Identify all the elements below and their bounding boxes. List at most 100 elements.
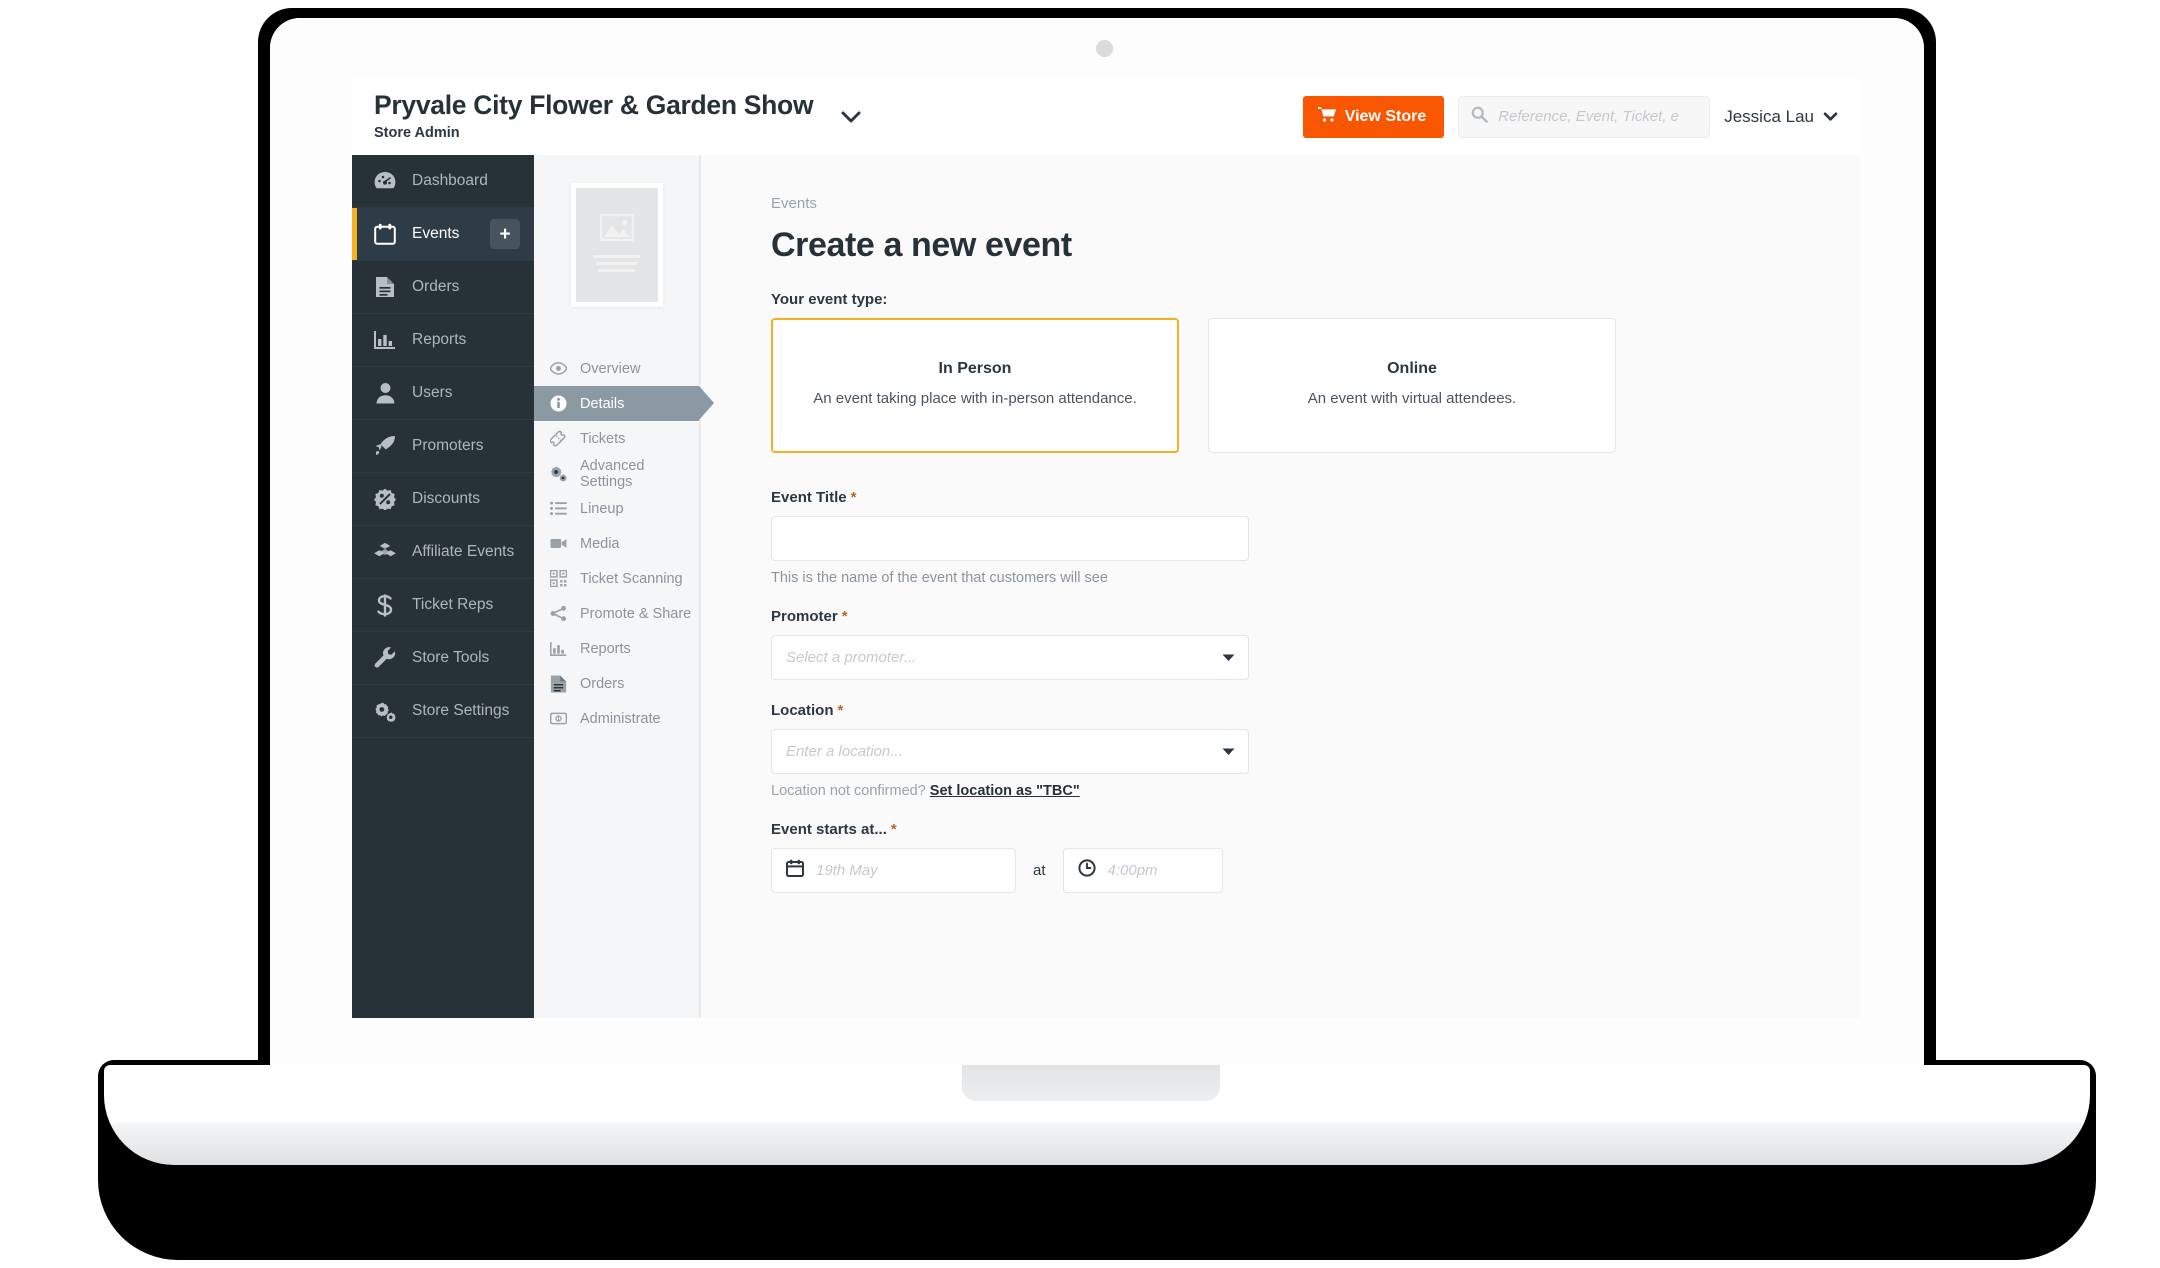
subnav-item-lineup[interactable]: Lineup xyxy=(534,491,699,526)
search-icon xyxy=(1471,106,1489,128)
promoter-select[interactable] xyxy=(771,635,1249,680)
user-menu[interactable]: Jessica Lau xyxy=(1724,107,1842,127)
event-title-group: Event Title * This is the name of the ev… xyxy=(771,489,1860,586)
subnav-item-label: Advanced Settings xyxy=(580,457,645,490)
subnav-item-label: Administrate xyxy=(580,710,661,727)
share-icon xyxy=(550,605,567,622)
chevron-down-icon xyxy=(1823,107,1838,127)
event-start-date-field[interactable] xyxy=(771,848,1016,893)
bar-chart-icon xyxy=(550,639,567,659)
event-type-in-person[interactable]: In Person An event taking place with in-… xyxy=(771,318,1179,453)
eye-icon xyxy=(550,362,567,375)
sidebar-item-label: Store Settings xyxy=(412,702,510,719)
event-type-online-desc: An event with virtual attendees. xyxy=(1307,390,1517,408)
browser-screen: Pryvale City Flower & Garden Show Store … xyxy=(352,78,1860,1018)
location-tbc-text: Location not confirmed? xyxy=(771,783,926,799)
required-asterisk: * xyxy=(837,702,844,719)
chevron-down-icon[interactable] xyxy=(841,105,861,129)
location-group: Location * Location not confirmed? Set l… xyxy=(771,702,1860,799)
event-image-placeholder xyxy=(570,183,663,307)
event-type-options: In Person An event taking place with in-… xyxy=(771,318,1860,453)
event-type-label-text: Your event type: xyxy=(771,291,888,308)
subnav-item-label: Ticket Scanning xyxy=(580,570,683,587)
sidebar-item-events[interactable]: Events + xyxy=(352,208,534,261)
sidebar-item-ticket-reps[interactable]: Ticket Reps xyxy=(352,579,534,632)
event-subnav: Overview Details Tickets Advanced Settings L… xyxy=(534,155,714,1018)
sidebar-item-orders[interactable]: Orders xyxy=(352,261,534,314)
sidebar-item-label: Ticket Reps xyxy=(412,596,494,613)
required-asterisk: * xyxy=(850,489,857,506)
gears-icon xyxy=(374,700,396,722)
laptop-notch xyxy=(962,1065,1220,1101)
subnav-item-administrate[interactable]: Administrate xyxy=(534,701,699,736)
event-type-online-title: Online xyxy=(1387,360,1437,378)
event-title-input[interactable] xyxy=(771,516,1249,561)
document-icon xyxy=(374,276,396,298)
top-bar-actions: View Store Jessica Lau xyxy=(1302,95,1842,138)
set-location-tbc-link[interactable]: Set location as "TBC" xyxy=(930,783,1080,799)
event-starts-label-text: Event starts at... xyxy=(771,821,887,838)
subnav-item-promote-share[interactable]: Promote & Share xyxy=(534,596,699,631)
subnav-item-orders[interactable]: Orders xyxy=(534,666,699,701)
location-label-text: Location xyxy=(771,702,834,719)
event-start-time-input[interactable] xyxy=(1107,862,1208,879)
add-event-button[interactable]: + xyxy=(490,219,520,249)
event-type-online[interactable]: Online An event with virtual attendees. xyxy=(1208,318,1616,453)
at-separator: at xyxy=(1033,862,1046,879)
sidebar-item-label: Discounts xyxy=(412,490,481,507)
subnav-item-label: Orders xyxy=(580,675,625,692)
sidebar-item-label: Affiliate Events xyxy=(412,543,515,560)
cart-icon xyxy=(1317,106,1336,127)
money-icon xyxy=(550,712,567,725)
sidebar-item-store-tools[interactable]: Store Tools xyxy=(352,632,534,685)
subnav-item-label: Promote & Share xyxy=(580,605,692,622)
event-type-in-person-desc: An event taking place with in-person att… xyxy=(813,390,1137,408)
event-start-date-input[interactable] xyxy=(816,862,1001,879)
sidebar-item-label: Reports xyxy=(412,331,467,348)
primary-sidebar: Dashboard Events + Orders Reports Users Promot… xyxy=(352,155,534,1018)
subnav-item-overview[interactable]: Overview xyxy=(534,351,699,386)
subnav-item-label: Details xyxy=(580,395,625,412)
global-search[interactable] xyxy=(1458,95,1711,138)
event-title-hint: This is the name of the event that custo… xyxy=(771,570,1108,586)
ticket-icon xyxy=(550,430,567,447)
calendar-icon xyxy=(374,223,396,245)
rocket-icon xyxy=(374,435,396,457)
sidebar-item-label: Orders xyxy=(412,278,460,295)
promoter-label-text: Promoter xyxy=(771,608,838,625)
calendar-icon xyxy=(786,859,804,882)
subnav-item-label: Lineup xyxy=(580,500,624,517)
subnav-item-label: Tickets xyxy=(580,430,626,447)
sidebar-item-store-settings[interactable]: Store Settings xyxy=(352,685,534,738)
sidebar-item-affiliate-events[interactable]: Affiliate Events xyxy=(352,526,534,579)
sidebar-item-discounts[interactable]: Discounts xyxy=(352,473,534,526)
search-input[interactable] xyxy=(1498,108,1698,125)
sidebar-item-reports[interactable]: Reports xyxy=(352,314,534,367)
bar-chart-icon xyxy=(374,329,396,351)
image-placeholder-icon xyxy=(599,213,634,246)
breadcrumb[interactable]: Events xyxy=(771,195,1860,212)
location-tbc-hint: Location not confirmed? Set location as … xyxy=(771,783,1860,799)
laptop-mockup: Pryvale City Flower & Garden Show Store … xyxy=(0,0,2160,1268)
qr-code-icon xyxy=(550,570,567,587)
subnav-item-reports[interactable]: Reports xyxy=(534,631,699,666)
event-title-label: Event Title * xyxy=(771,489,1860,506)
store-brand[interactable]: Pryvale City Flower & Garden Show Store … xyxy=(372,91,861,141)
wrench-icon xyxy=(374,647,396,669)
sidebar-item-label: Users xyxy=(412,384,453,401)
subnav-item-media[interactable]: Media xyxy=(534,526,699,561)
sidebar-item-label: Store Tools xyxy=(412,649,490,666)
sidebar-item-dashboard[interactable]: Dashboard xyxy=(352,155,534,208)
event-start-time-field[interactable] xyxy=(1062,848,1223,893)
view-store-button[interactable]: View Store xyxy=(1302,95,1445,138)
subnav-item-advanced-settings[interactable]: Advanced Settings xyxy=(534,456,699,491)
location-input[interactable] xyxy=(771,729,1249,774)
image-placeholder-lines xyxy=(592,255,641,276)
subnav-item-tickets[interactable]: Tickets xyxy=(534,421,699,456)
subnav-item-details[interactable]: Details xyxy=(534,386,714,421)
promoter-label: Promoter * xyxy=(771,608,1860,625)
user-icon xyxy=(374,382,396,404)
sidebar-item-promoters[interactable]: Promoters xyxy=(352,420,534,473)
sidebar-item-users[interactable]: Users xyxy=(352,367,534,420)
subnav-item-ticket-scanning[interactable]: Ticket Scanning xyxy=(534,561,699,596)
